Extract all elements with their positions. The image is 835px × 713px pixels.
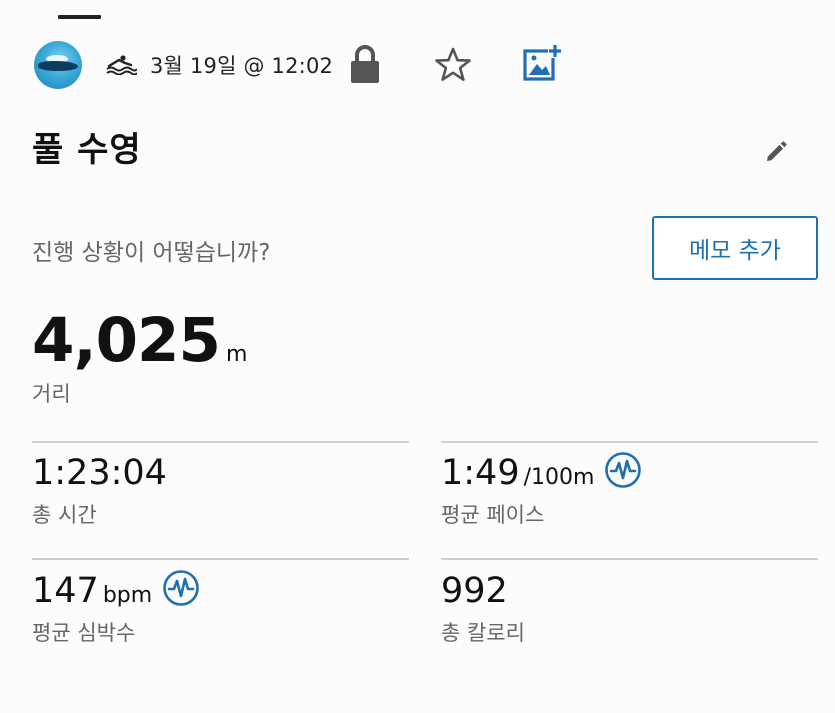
avg-pace-value: 1:49 [441,453,520,493]
divider [32,441,409,443]
avg-pace-label: 평균 페이스 [441,503,545,527]
avatar[interactable] [34,41,82,89]
avg-pace-unit: /100m [523,465,595,490]
chart-wave-icon[interactable] [162,569,200,607]
feeling-prompt: 진행 상황이 어떻습니까? [32,240,271,266]
activity-date: 3월 19일 @ 12:02 [150,54,334,78]
avatar-water [38,61,78,71]
avg-pace-stat[interactable]: 1:49/100m 평균 페이스 [441,451,642,529]
calories-value: 992 [441,571,508,611]
activity-detail-screen: 3월 19일 @ 12:02 풀 수영 진행 상황이 어떻습니까? 메모 추가 … [0,0,835,713]
divider [441,558,818,560]
activity-header: 3월 19일 @ 12:02 [34,38,594,90]
divider [32,558,409,560]
avg-heart-rate-stat[interactable]: 147 bpm 평균 심박수 [32,569,200,647]
distance-value: 4,025 [32,305,221,376]
star-icon[interactable] [434,46,472,84]
pencil-icon[interactable] [764,140,788,164]
add-photo-icon[interactable] [522,42,564,84]
lock-icon[interactable] [348,43,382,85]
add-note-button[interactable]: 메모 추가 [652,216,818,280]
divider [441,441,818,443]
chart-wave-icon[interactable] [604,451,642,489]
tab-indicator [58,15,101,19]
calories-stat: 992 총 칼로리 [441,571,525,647]
total-time-label: 총 시간 [32,503,97,527]
avg-hr-value: 147 [32,571,99,611]
distance-label: 거리 [32,382,71,406]
total-time-value: 1:23:04 [32,453,167,493]
activity-title: 풀 수영 [32,130,142,170]
avg-hr-label: 평균 심박수 [32,621,136,645]
calories-label: 총 칼로리 [441,621,525,645]
pool-swim-icon [106,55,137,75]
avg-hr-unit: bpm [102,583,153,608]
total-time-stat: 1:23:04 총 시간 [32,453,167,529]
distance-stat: 4,025 m [32,305,247,376]
distance-unit: m [225,342,248,367]
